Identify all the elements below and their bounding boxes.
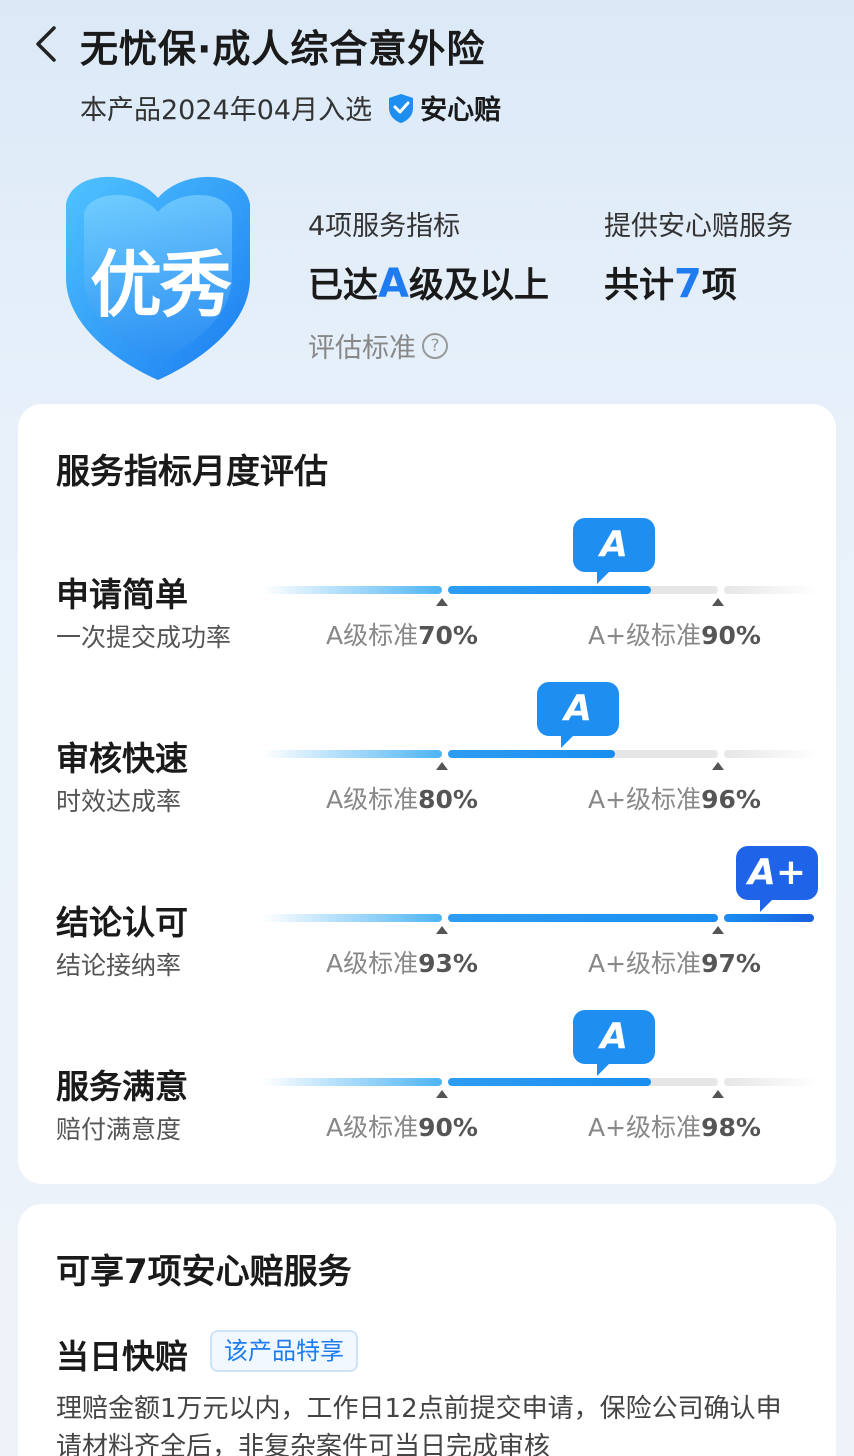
- bar-segment-aplus: [724, 586, 818, 594]
- a-standard: A级标准70%: [326, 621, 478, 650]
- a-standard: A级标准80%: [326, 785, 478, 814]
- top-bar: 无忧保·成人综合意外险: [0, 0, 854, 90]
- metric-row: 服务满意 赔付满意度 A A级标准90% A+级标准98%: [18, 1010, 836, 1174]
- bar-fill-aplus: [724, 914, 814, 922]
- metric-row: 结论认可 结论接纳率 A+ A级标准93% A+级标准97%: [18, 846, 836, 1010]
- grade-bubble: A+: [736, 846, 818, 912]
- metric-desc: 结论接纳率: [56, 951, 182, 980]
- services-title: 可享7项安心赔服务: [56, 1252, 352, 1292]
- aplus-standard: A+级标准96%: [588, 785, 761, 814]
- service-item-title: 当日快赔: [56, 1337, 188, 1376]
- aplus-threshold-marker: [712, 1090, 724, 1098]
- progress-bar: [262, 586, 818, 606]
- metric-name: 审核快速: [56, 739, 188, 778]
- bar-segment-aplus: [724, 1078, 818, 1086]
- question-icon: ?: [422, 332, 448, 359]
- aplus-standard: A+级标准97%: [588, 949, 761, 978]
- bar-fill-a: [448, 914, 718, 922]
- service-count-label: 提供安心赔服务: [604, 211, 793, 242]
- metric-row: 申请简单 一次提交成功率 A A级标准70% A+级标准90%: [18, 518, 836, 682]
- bar-segment-base: [262, 750, 442, 758]
- metric-name: 结论认可: [56, 903, 188, 942]
- bar-fill-a: [448, 1078, 651, 1086]
- bar-fill-a: [448, 750, 615, 758]
- progress-bar: [262, 914, 818, 934]
- aplus-threshold-marker: [712, 926, 724, 934]
- indicator-stat-label: 4项服务指标: [308, 211, 461, 242]
- metric-desc: 赔付满意度: [56, 1115, 182, 1144]
- metric-name: 服务满意: [56, 1067, 188, 1106]
- service-count-stat: 提供安心赔服务 共计7项: [604, 204, 793, 308]
- grade-bubble: A: [573, 1010, 655, 1076]
- selection-info: 本产品2024年04月入选 安心赔: [80, 88, 501, 127]
- criteria-label: 评估标准: [308, 333, 416, 364]
- criteria-link[interactable]: 评估标准 ?: [308, 326, 448, 365]
- aplus-standard: A+级标准98%: [588, 1113, 761, 1142]
- a-threshold-marker: [436, 1090, 448, 1098]
- metric-desc: 时效达成率: [56, 787, 182, 816]
- chevron-left-icon: [36, 26, 56, 62]
- aplus-threshold-marker: [712, 598, 724, 606]
- progress-bar: [262, 1078, 818, 1098]
- progress-bar: [262, 750, 818, 770]
- a-standard: A级标准90%: [326, 1113, 478, 1142]
- metric-row: 审核快速 时效达成率 A A级标准80% A+级标准96%: [18, 682, 836, 846]
- a-threshold-marker: [436, 926, 448, 934]
- badge-label: 安心赔: [420, 95, 502, 126]
- aplus-threshold-marker: [712, 762, 724, 770]
- a-threshold-marker: [436, 762, 448, 770]
- anxinpei-badge: 安心赔: [386, 88, 501, 127]
- service-item-desc: 理赔金额1万元以内，工作日12点前提交申请，保险公司确认申请材料齐全后，非复杂案…: [56, 1394, 782, 1456]
- a-threshold-marker: [436, 598, 448, 606]
- evaluation-card: 服务指标月度评估 申请简单 一次提交成功率 A A级标准70% A+级标准90%…: [18, 404, 836, 1184]
- a-standard: A级标准93%: [326, 949, 478, 978]
- aplus-standard: A+级标准90%: [588, 621, 761, 650]
- services-card: 可享7项安心赔服务 当日快赔 该产品特享 理赔金额1万元以内，工作日12点前提交…: [18, 1204, 836, 1456]
- service-count-value: 共计7项: [604, 261, 737, 307]
- grade-bubble: A: [537, 682, 619, 748]
- bar-segment-base: [262, 1078, 442, 1086]
- metric-desc: 一次提交成功率: [56, 623, 232, 652]
- page-title: 无忧保·成人综合意外险: [80, 27, 486, 71]
- back-button[interactable]: [26, 22, 66, 66]
- shield-check-icon: [389, 93, 414, 123]
- bar-segment-base: [262, 914, 442, 922]
- evaluation-title: 服务指标月度评估: [56, 452, 328, 492]
- bar-segment-base: [262, 586, 442, 594]
- metric-name: 申请简单: [56, 575, 188, 614]
- indicator-stat-value: 已达A级及以上: [308, 261, 549, 307]
- bar-segment-aplus: [724, 750, 818, 758]
- exclusive-tag: 该产品特享: [210, 1330, 358, 1372]
- rating-shield: 优秀: [52, 168, 264, 382]
- selection-date-text: 本产品2024年04月入选: [80, 95, 373, 126]
- grade-bubble: A: [573, 518, 655, 584]
- rating-text: 优秀: [89, 243, 232, 327]
- bar-fill-a: [448, 586, 651, 594]
- indicator-stat: 4项服务指标 已达A级及以上: [308, 204, 549, 308]
